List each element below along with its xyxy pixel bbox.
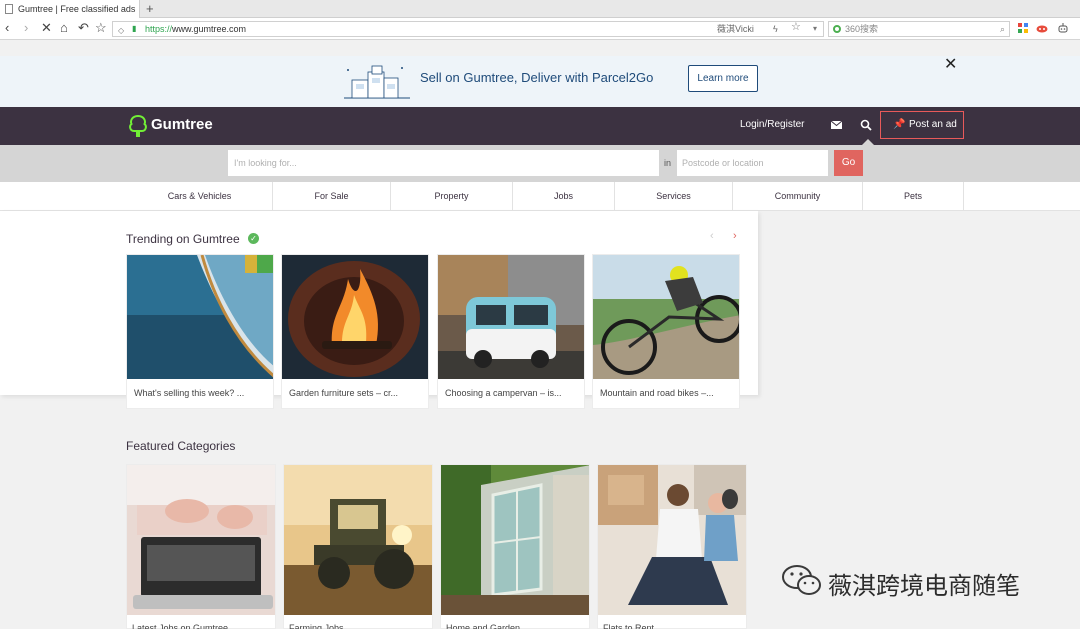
bookmark-icon[interactable]: ☆ [95, 20, 107, 36]
go-button[interactable]: Go [834, 150, 863, 176]
nav-item-cars-vehicles[interactable]: Cars & Vehicles [127, 182, 273, 211]
forward-icon[interactable]: › [24, 20, 28, 36]
trending-card-firepit[interactable]: Garden furniture sets – cr... [281, 254, 429, 409]
trending-title: Trending on Gumtree [126, 232, 240, 246]
watermark-text: 薇淇跨境电商随笔 [828, 572, 1020, 600]
parcel-boxes-illustration [344, 65, 410, 99]
back-icon[interactable]: ‹ [5, 20, 9, 36]
post-ad-label: Post an ad [909, 119, 957, 130]
trending-card-boat[interactable]: What's selling this week? ... [126, 254, 274, 409]
browser-tab-bar: Gumtree | Free classified ads + [0, 0, 1080, 18]
carousel-prev-icon[interactable]: ‹ [710, 230, 714, 242]
featured-card-flats[interactable]: Flats to Rent [597, 464, 747, 629]
new-tab-button[interactable]: + [146, 0, 154, 18]
mountain-bike-image [593, 255, 739, 379]
carousel-next-icon[interactable]: › [733, 230, 737, 242]
featured-card-farming[interactable]: Farming Jobs [283, 464, 433, 629]
card-caption: Garden furniture sets – cr... [289, 388, 399, 398]
search-icon[interactable] [860, 119, 872, 131]
login-register-link[interactable]: Login/Register [740, 119, 804, 130]
game-controller-icon[interactable] [1036, 22, 1048, 34]
nav-item-pets[interactable]: Pets [863, 182, 964, 211]
browser-search-field[interactable]: 360搜索 ⌕ [828, 21, 1010, 37]
couple-moving-image [598, 465, 746, 615]
close-icon[interactable]: ✕ [944, 56, 957, 74]
address-bar-row: ‹ › ✕ ⌂ ↶ ☆ ◇ ▮ https://www.gumtree.com … [0, 18, 1080, 40]
campervan-image [438, 255, 584, 379]
trending-card-campervan[interactable]: Choosing a campervan – is... [437, 254, 585, 409]
featured-card-jobs[interactable]: Latest Jobs on Gumtree [126, 464, 276, 629]
boat-image [127, 255, 273, 379]
logo-text: Gumtree [151, 116, 213, 133]
card-caption: Mountain and road bikes –... [600, 388, 714, 398]
360-logo-icon [833, 25, 841, 33]
nav-item-property[interactable]: Property [391, 182, 513, 211]
envelope-icon[interactable] [831, 121, 842, 129]
pin-icon: 📌 [893, 119, 906, 130]
category-nav: Cars & Vehicles For Sale Property Jobs S… [0, 182, 1080, 211]
nav-item-for-sale[interactable]: For Sale [273, 182, 391, 211]
url-text: https://www.gumtree.com [145, 22, 246, 36]
search-input[interactable] [228, 150, 659, 176]
card-caption: Choosing a campervan – is... [445, 388, 562, 398]
browser-search-placeholder: 360搜索 [845, 24, 879, 34]
page-icon [5, 4, 13, 14]
card-caption: What's selling this week? ... [134, 388, 245, 398]
card-caption: Home and Garden [446, 623, 521, 629]
nav-item-services[interactable]: Services [615, 182, 733, 211]
wechat-icon [782, 565, 821, 595]
lock-icon: ▮ [132, 24, 137, 33]
url-host: www.gumtree.com [172, 24, 247, 34]
featured-card-home-garden[interactable]: Home and Garden [440, 464, 590, 629]
tab-title: Gumtree | Free classified ads [18, 4, 136, 14]
firepit-image [282, 255, 428, 379]
learn-more-button[interactable]: Learn more [688, 65, 758, 92]
in-label: in [664, 158, 672, 168]
featured-title: Featured Categories [126, 439, 236, 453]
site-header: Gumtree Login/Register 📌 Post an ad [0, 107, 1080, 145]
card-caption: Flats to Rent [603, 623, 655, 629]
home-icon[interactable]: ⌂ [60, 20, 68, 36]
trending-card-bike[interactable]: Mountain and road bikes –... [592, 254, 740, 409]
url-protocol: https:// [145, 24, 173, 34]
search-icon[interactable]: ⌕ [1000, 22, 1005, 36]
user-name[interactable]: 薇淇Vicki [717, 22, 754, 36]
nav-item-jobs[interactable]: Jobs [513, 182, 615, 211]
star-icon[interactable]: ☆ [791, 20, 801, 34]
apps-grid-icon[interactable] [1017, 22, 1029, 34]
url-field[interactable]: ◇ ▮ https://www.gumtree.com 薇淇Vicki ϟ ☆ … [112, 21, 824, 37]
undo-icon[interactable]: ↶ [78, 20, 89, 36]
tractor-image [284, 465, 432, 615]
location-input[interactable] [677, 150, 828, 176]
robot-icon[interactable] [1057, 22, 1069, 34]
shield-icon: ◇ [118, 26, 125, 35]
nav-item-community[interactable]: Community [733, 182, 863, 211]
wechat-watermark: 薇淇跨境电商随笔 [780, 563, 1020, 600]
browser-tab[interactable]: Gumtree | Free classified ads [0, 0, 140, 18]
laptop-image [127, 465, 275, 615]
card-caption: Farming Jobs [289, 623, 344, 629]
stop-icon[interactable]: ✕ [41, 20, 52, 36]
chevron-down-icon[interactable]: ▾ [813, 22, 817, 36]
verified-check-icon: ✓ [248, 233, 259, 244]
greenhouse-image [441, 465, 589, 615]
post-ad-button[interactable]: 📌 Post an ad [880, 111, 964, 139]
tree-logo-icon [129, 115, 147, 137]
lightning-icon[interactable]: ϟ [773, 22, 778, 36]
card-caption: Latest Jobs on Gumtree [132, 623, 229, 629]
promo-text: Sell on Gumtree, Deliver with Parcel2Go [420, 70, 654, 85]
